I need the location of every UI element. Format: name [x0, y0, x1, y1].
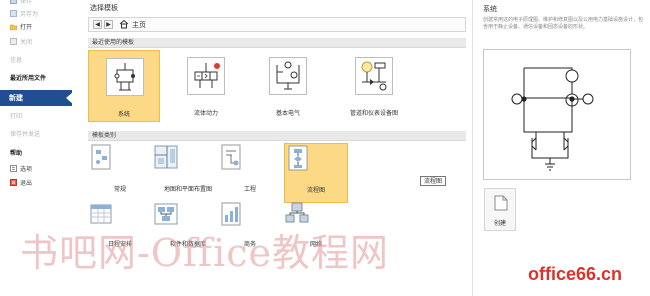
nav-item-recent[interactable]: 最近所用文件: [0, 73, 72, 84]
maps-floor-plans-category-icon: [154, 145, 178, 169]
system-template-icon: [106, 58, 144, 96]
nav-item-open[interactable]: 打开: [0, 22, 72, 33]
nav-item-save[interactable]: 保存: [0, 0, 72, 7]
template-categories-header: 模板类别: [88, 131, 466, 141]
category-label: 常规: [113, 186, 126, 193]
create-button-label: 创建: [493, 220, 506, 227]
nav-item-save-send[interactable]: 保存并发送: [0, 129, 72, 140]
nav-item-new[interactable]: 新建: [0, 90, 73, 106]
watermark-site: office66.cn: [528, 264, 623, 284]
create-icon: [494, 195, 508, 211]
category-maps-floor-plans[interactable]: 地图和平面布置图: [152, 143, 224, 203]
engineering-category-icon: [221, 144, 241, 170]
nav-item-close[interactable]: 关闭: [0, 37, 72, 48]
back-button[interactable]: ◀: [93, 20, 102, 29]
home-icon[interactable]: [119, 19, 129, 29]
save-icon: [10, 0, 17, 4]
piping-instrumentation-template-icon: [355, 57, 393, 95]
template-piping-instrumentation[interactable]: 管道和仪表设备图: [334, 50, 414, 122]
nav-item-label: 新建: [9, 94, 23, 102]
options-icon: [10, 165, 17, 172]
watermark-chinese: 书吧网-Office教程网: [20, 231, 390, 275]
template-system[interactable]: 系统: [88, 50, 160, 122]
template-label: 管道和仪表设备图: [349, 110, 398, 117]
category-label: 地图和平面布置图: [163, 186, 212, 193]
nav-item-label: 最近所用文件: [10, 75, 47, 82]
template-label: 流体动力: [193, 110, 218, 117]
nav-item-exit[interactable]: 退出: [0, 178, 72, 189]
nav-item-print[interactable]: 打印: [0, 111, 72, 122]
template-fluid-power[interactable]: 流体动力: [170, 50, 242, 122]
category-flowchart[interactable]: 流程图: [284, 143, 348, 203]
nav-item-label: 关闭: [20, 39, 33, 46]
gallery-breadcrumb: ◀ ▶ 主页: [88, 17, 466, 32]
category-general[interactable]: 常规: [88, 143, 152, 203]
save-as-icon: [10, 10, 17, 17]
general-category-icon: [91, 144, 111, 170]
template-label: 系统: [117, 111, 130, 118]
exit-icon: [10, 179, 17, 186]
flowchart-category-icon: [288, 145, 308, 171]
nav-item-label: 帮助: [10, 150, 23, 157]
nav-item-label: 选项: [20, 166, 33, 173]
arrow-left-icon: ◀: [95, 21, 100, 28]
close-doc-icon: [10, 38, 17, 45]
system-diagram-preview: [511, 67, 594, 171]
preview-pane: 系统 创建常用这的电子原理图、维护和修复图以及公用电力基础设施设计，包含用于静止…: [473, 0, 650, 296]
nav-item-label: 退出: [20, 180, 33, 187]
category-engineering[interactable]: 工程: [218, 143, 282, 203]
category-label: 流程图: [306, 187, 325, 194]
recent-templates-header: 最近使用的模板: [88, 38, 466, 48]
home-link[interactable]: 主页: [132, 20, 146, 30]
preview-title: 系统: [483, 5, 497, 13]
nav-item-save-as[interactable]: 另存为: [0, 9, 72, 20]
arrow-right-icon: ▶: [106, 21, 111, 28]
nav-item-label: 打开: [20, 24, 33, 31]
template-basic-electrical[interactable]: 基本电气: [252, 50, 324, 122]
category-label: 工程: [243, 186, 256, 193]
nav-item-options[interactable]: 选项: [0, 164, 72, 175]
nav-item-help[interactable]: 帮助: [0, 148, 72, 159]
basic-electrical-template-icon: [269, 57, 307, 95]
preview-thumbnail: [483, 49, 631, 180]
template-label: 基本电气: [275, 110, 300, 117]
nav-item-info[interactable]: 信息: [0, 55, 72, 66]
open-folder-icon: [9, 23, 18, 31]
nav-item-label: 另存为: [20, 11, 39, 18]
fluid-power-template-icon: [187, 57, 225, 95]
nav-item-label: 保存并发送: [10, 131, 41, 138]
preview-description: 创建常用这的电子原理图、维护和修复图以及公用电力基础设施设计，包含用于静止设备、…: [483, 17, 644, 30]
create-button[interactable]: 创建: [484, 188, 516, 231]
forward-button[interactable]: ▶: [104, 20, 113, 29]
nav-item-label: 信息: [10, 57, 23, 64]
nav-item-label: 打印: [10, 113, 23, 120]
gallery-title: 选择模板: [90, 4, 118, 12]
nav-item-label: 保存: [20, 0, 33, 5]
flowchart-tooltip: 流程图: [420, 176, 447, 186]
